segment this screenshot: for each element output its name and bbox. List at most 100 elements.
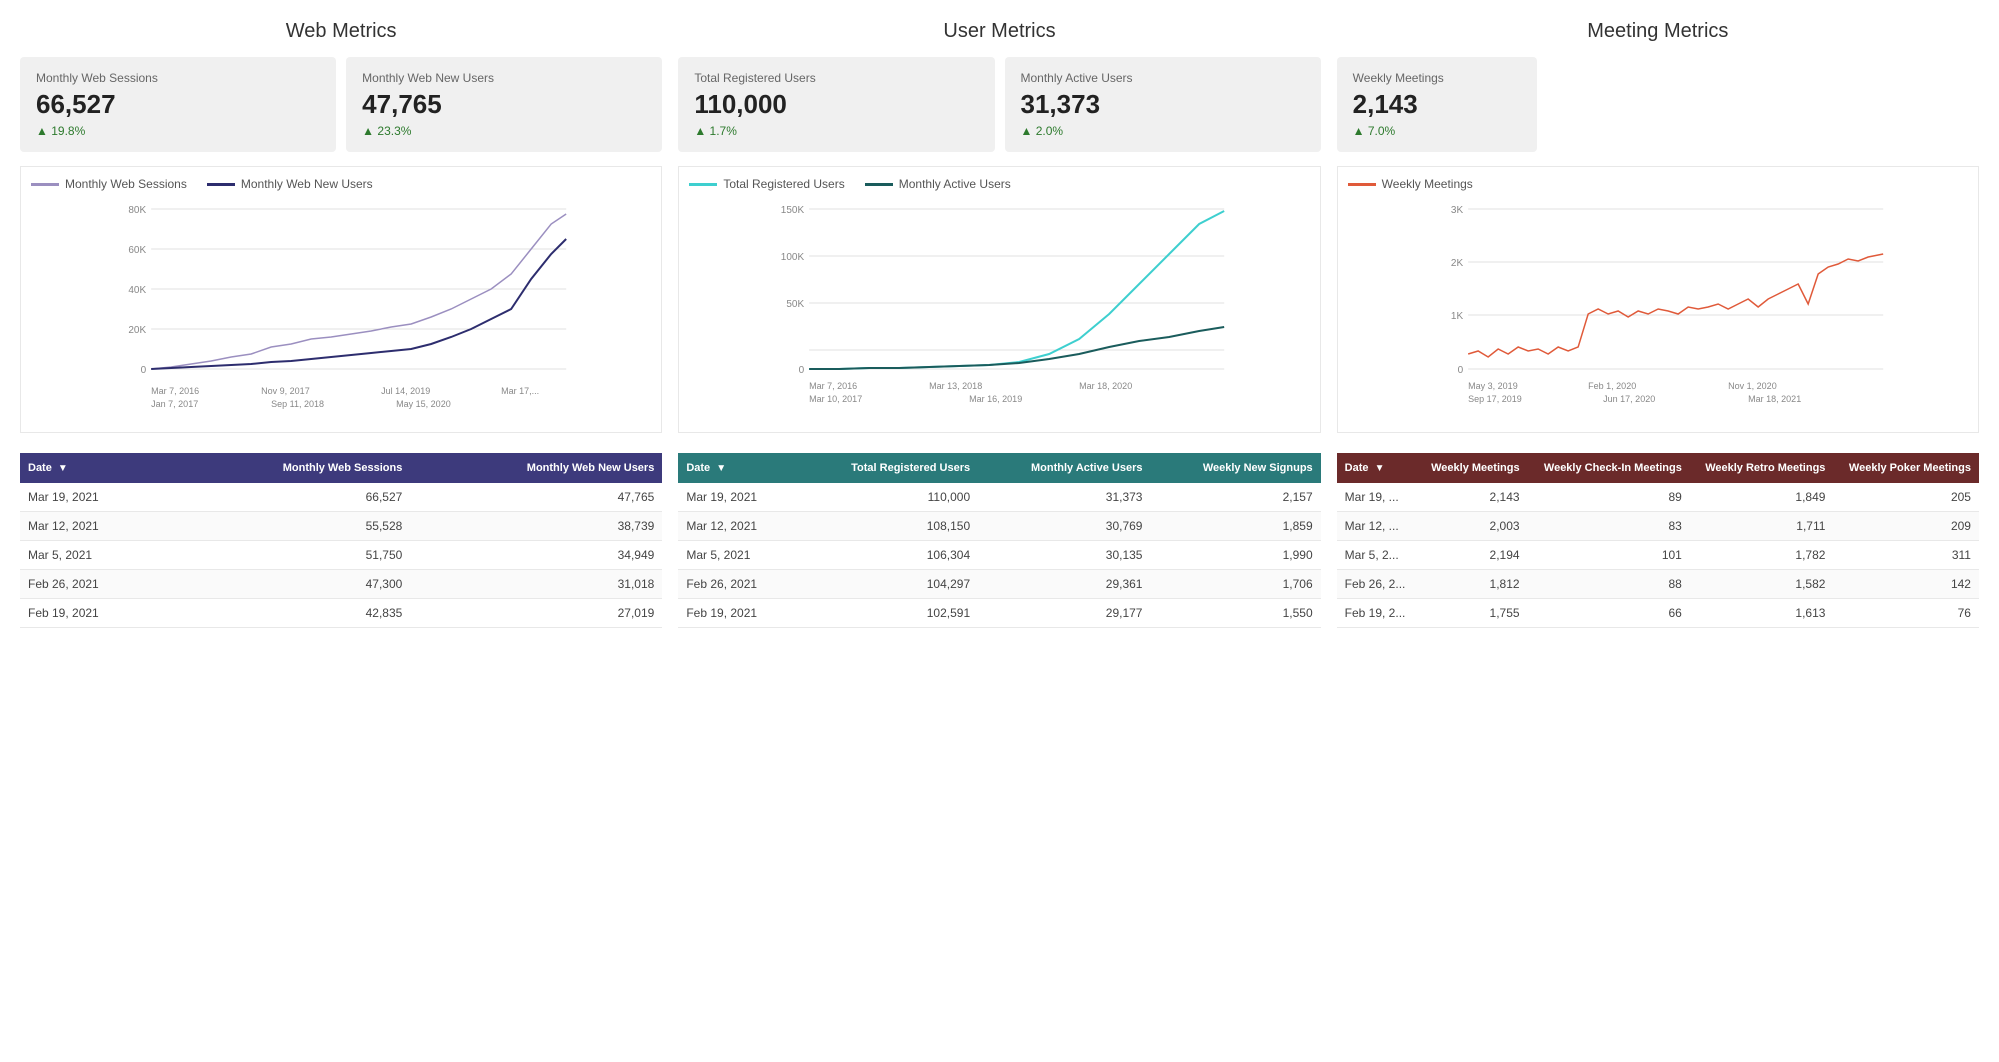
svg-text:0: 0 (799, 365, 805, 376)
meeting-chart-area: 3K 2K 1K 0 May 3, 2019 Feb 1, 2020 Nov 1… (1348, 199, 1968, 422)
user-legend-active-label: Monthly Active Users (899, 177, 1011, 191)
web-date-header[interactable]: Date ▼ (20, 453, 172, 483)
svg-text:Jul 14, 2019: Jul 14, 2019 (381, 386, 430, 396)
table-cell: 31,018 (410, 570, 662, 599)
total-registered-label: Total Registered Users (694, 71, 978, 85)
svg-text:Jan 7, 2017: Jan 7, 2017 (151, 399, 198, 409)
web-legend-newusers-label: Monthly Web New Users (241, 177, 373, 191)
table-cell: 311 (1833, 541, 1979, 570)
user-date-header[interactable]: Date ▼ (678, 453, 795, 483)
table-cell: 2,157 (1150, 483, 1320, 512)
weekly-meetings-label: Weekly Meetings (1353, 71, 1521, 85)
svg-text:Jun 17, 2020: Jun 17, 2020 (1603, 394, 1655, 404)
table-cell: 108,150 (796, 512, 979, 541)
table-row: Mar 5, 2021106,30430,1351,990 (678, 541, 1320, 570)
table-row: Mar 12, 202155,52838,739 (20, 512, 662, 541)
table-cell: Feb 26, 2... (1337, 570, 1418, 599)
svg-text:0: 0 (141, 365, 147, 376)
table-row: Feb 26, 202147,30031,018 (20, 570, 662, 599)
table-cell: 27,019 (410, 599, 662, 628)
web-chart-legend: Monthly Web Sessions Monthly Web New Use… (31, 177, 651, 191)
svg-text:Mar 17,...: Mar 17,... (501, 386, 539, 396)
tables-row: Date ▼ Monthly Web Sessions Monthly Web … (20, 453, 1979, 628)
user-signups-header[interactable]: Weekly New Signups (1150, 453, 1320, 483)
web-sessions-label: Monthly Web Sessions (36, 71, 320, 85)
web-sessions-change: 19.8% (36, 124, 320, 138)
web-sessions-card: Monthly Web Sessions 66,527 19.8% (20, 57, 336, 152)
table-cell: 142 (1833, 570, 1979, 599)
meeting-chart-legend: Weekly Meetings (1348, 177, 1968, 191)
table-cell: 30,135 (978, 541, 1150, 570)
web-metrics-group: Web Metrics Monthly Web Sessions 66,527 … (20, 20, 662, 433)
checkin-meetings-header[interactable]: Weekly Check-In Meetings (1528, 453, 1690, 483)
user-stat-cards: Total Registered Users 110,000 1.7% Mont… (678, 57, 1320, 152)
web-sessions-header[interactable]: Monthly Web Sessions (172, 453, 410, 483)
meeting-chart-svg: 3K 2K 1K 0 May 3, 2019 Feb 1, 2020 Nov 1… (1348, 199, 1968, 419)
table-cell: 51,750 (172, 541, 410, 570)
web-stat-cards: Monthly Web Sessions 66,527 19.8% Monthl… (20, 57, 662, 152)
web-legend-sessions: Monthly Web Sessions (31, 177, 187, 191)
table-row: Mar 19, 202166,52747,765 (20, 483, 662, 512)
table-cell: Feb 26, 2021 (678, 570, 795, 599)
svg-text:Nov 1, 2020: Nov 1, 2020 (1728, 381, 1777, 391)
table-row: Mar 19, 2021110,00031,3732,157 (678, 483, 1320, 512)
weekly-meetings-header[interactable]: Weekly Meetings (1418, 453, 1528, 483)
table-cell: 1,812 (1418, 570, 1528, 599)
table-row: Mar 12, ...2,003831,711209 (1337, 512, 1979, 541)
monthly-active-card: Monthly Active Users 31,373 2.0% (1005, 57, 1321, 152)
user-chart-svg: 150K 100K 50K 0 Mar 7, 2016 Mar 13, 2018… (689, 199, 1309, 419)
table-cell: 1,613 (1690, 599, 1834, 628)
table-cell: Feb 19, 2... (1337, 599, 1418, 628)
meeting-legend-weekly: Weekly Meetings (1348, 177, 1473, 191)
table-cell: 89 (1528, 483, 1690, 512)
svg-text:May 15, 2020: May 15, 2020 (396, 399, 451, 409)
web-chart-container: Monthly Web Sessions Monthly Web New Use… (20, 166, 662, 433)
svg-text:60K: 60K (128, 245, 146, 256)
table-cell: Mar 5, 2... (1337, 541, 1418, 570)
svg-text:Sep 17, 2019: Sep 17, 2019 (1468, 394, 1522, 404)
table-row: Mar 5, 202151,75034,949 (20, 541, 662, 570)
meeting-stat-cards: Weekly Meetings 2,143 7.0% (1337, 57, 1979, 152)
svg-text:Mar 18, 2021: Mar 18, 2021 (1748, 394, 1801, 404)
user-table-group: Date ▼ Total Registered Users Monthly Ac… (678, 453, 1320, 628)
web-legend-newusers: Monthly Web New Users (207, 177, 373, 191)
retro-meetings-header[interactable]: Weekly Retro Meetings (1690, 453, 1834, 483)
table-cell: 47,300 (172, 570, 410, 599)
user-legend-registered-label: Total Registered Users (723, 177, 844, 191)
table-cell: 2,003 (1418, 512, 1528, 541)
svg-text:Nov 9, 2017: Nov 9, 2017 (261, 386, 310, 396)
table-cell: 66 (1528, 599, 1690, 628)
table-cell: Mar 19, 2021 (20, 483, 172, 512)
web-newusers-header[interactable]: Monthly Web New Users (410, 453, 662, 483)
table-cell: 30,769 (978, 512, 1150, 541)
meeting-date-sort-icon: ▼ (1375, 463, 1385, 474)
table-cell: Mar 19, ... (1337, 483, 1418, 512)
user-metrics-group: User Metrics Total Registered Users 110,… (678, 20, 1320, 433)
web-chart-svg: 80K 60K 40K 20K 0 Mar 7, 2016 Nov 9, 201… (31, 199, 651, 419)
meeting-date-header[interactable]: Date ▼ (1337, 453, 1418, 483)
table-cell: 29,361 (978, 570, 1150, 599)
monthly-active-change: 2.0% (1021, 124, 1305, 138)
poker-meetings-header[interactable]: Weekly Poker Meetings (1833, 453, 1979, 483)
svg-text:Mar 7, 2016: Mar 7, 2016 (809, 381, 857, 391)
user-legend-active: Monthly Active Users (865, 177, 1011, 191)
table-cell: 76 (1833, 599, 1979, 628)
table-row: Mar 5, 2...2,1941011,782311 (1337, 541, 1979, 570)
user-registered-header[interactable]: Total Registered Users (796, 453, 979, 483)
table-cell: 106,304 (796, 541, 979, 570)
weekly-meetings-line-icon (1348, 183, 1376, 186)
weekly-meetings-change: 7.0% (1353, 124, 1521, 138)
metrics-top-row: Web Metrics Monthly Web Sessions 66,527 … (20, 20, 1979, 433)
user-legend-registered: Total Registered Users (689, 177, 844, 191)
web-metrics-title: Web Metrics (20, 20, 662, 43)
user-date-sort-icon: ▼ (716, 463, 726, 474)
user-active-header[interactable]: Monthly Active Users (978, 453, 1150, 483)
web-newusers-label: Monthly Web New Users (362, 71, 646, 85)
table-cell: 2,143 (1418, 483, 1528, 512)
svg-text:20K: 20K (128, 325, 146, 336)
user-chart-area: 150K 100K 50K 0 Mar 7, 2016 Mar 13, 2018… (689, 199, 1309, 422)
weekly-meetings-value: 2,143 (1353, 89, 1521, 120)
table-cell: 83 (1528, 512, 1690, 541)
table-cell: Mar 5, 2021 (678, 541, 795, 570)
svg-text:150K: 150K (781, 205, 805, 216)
